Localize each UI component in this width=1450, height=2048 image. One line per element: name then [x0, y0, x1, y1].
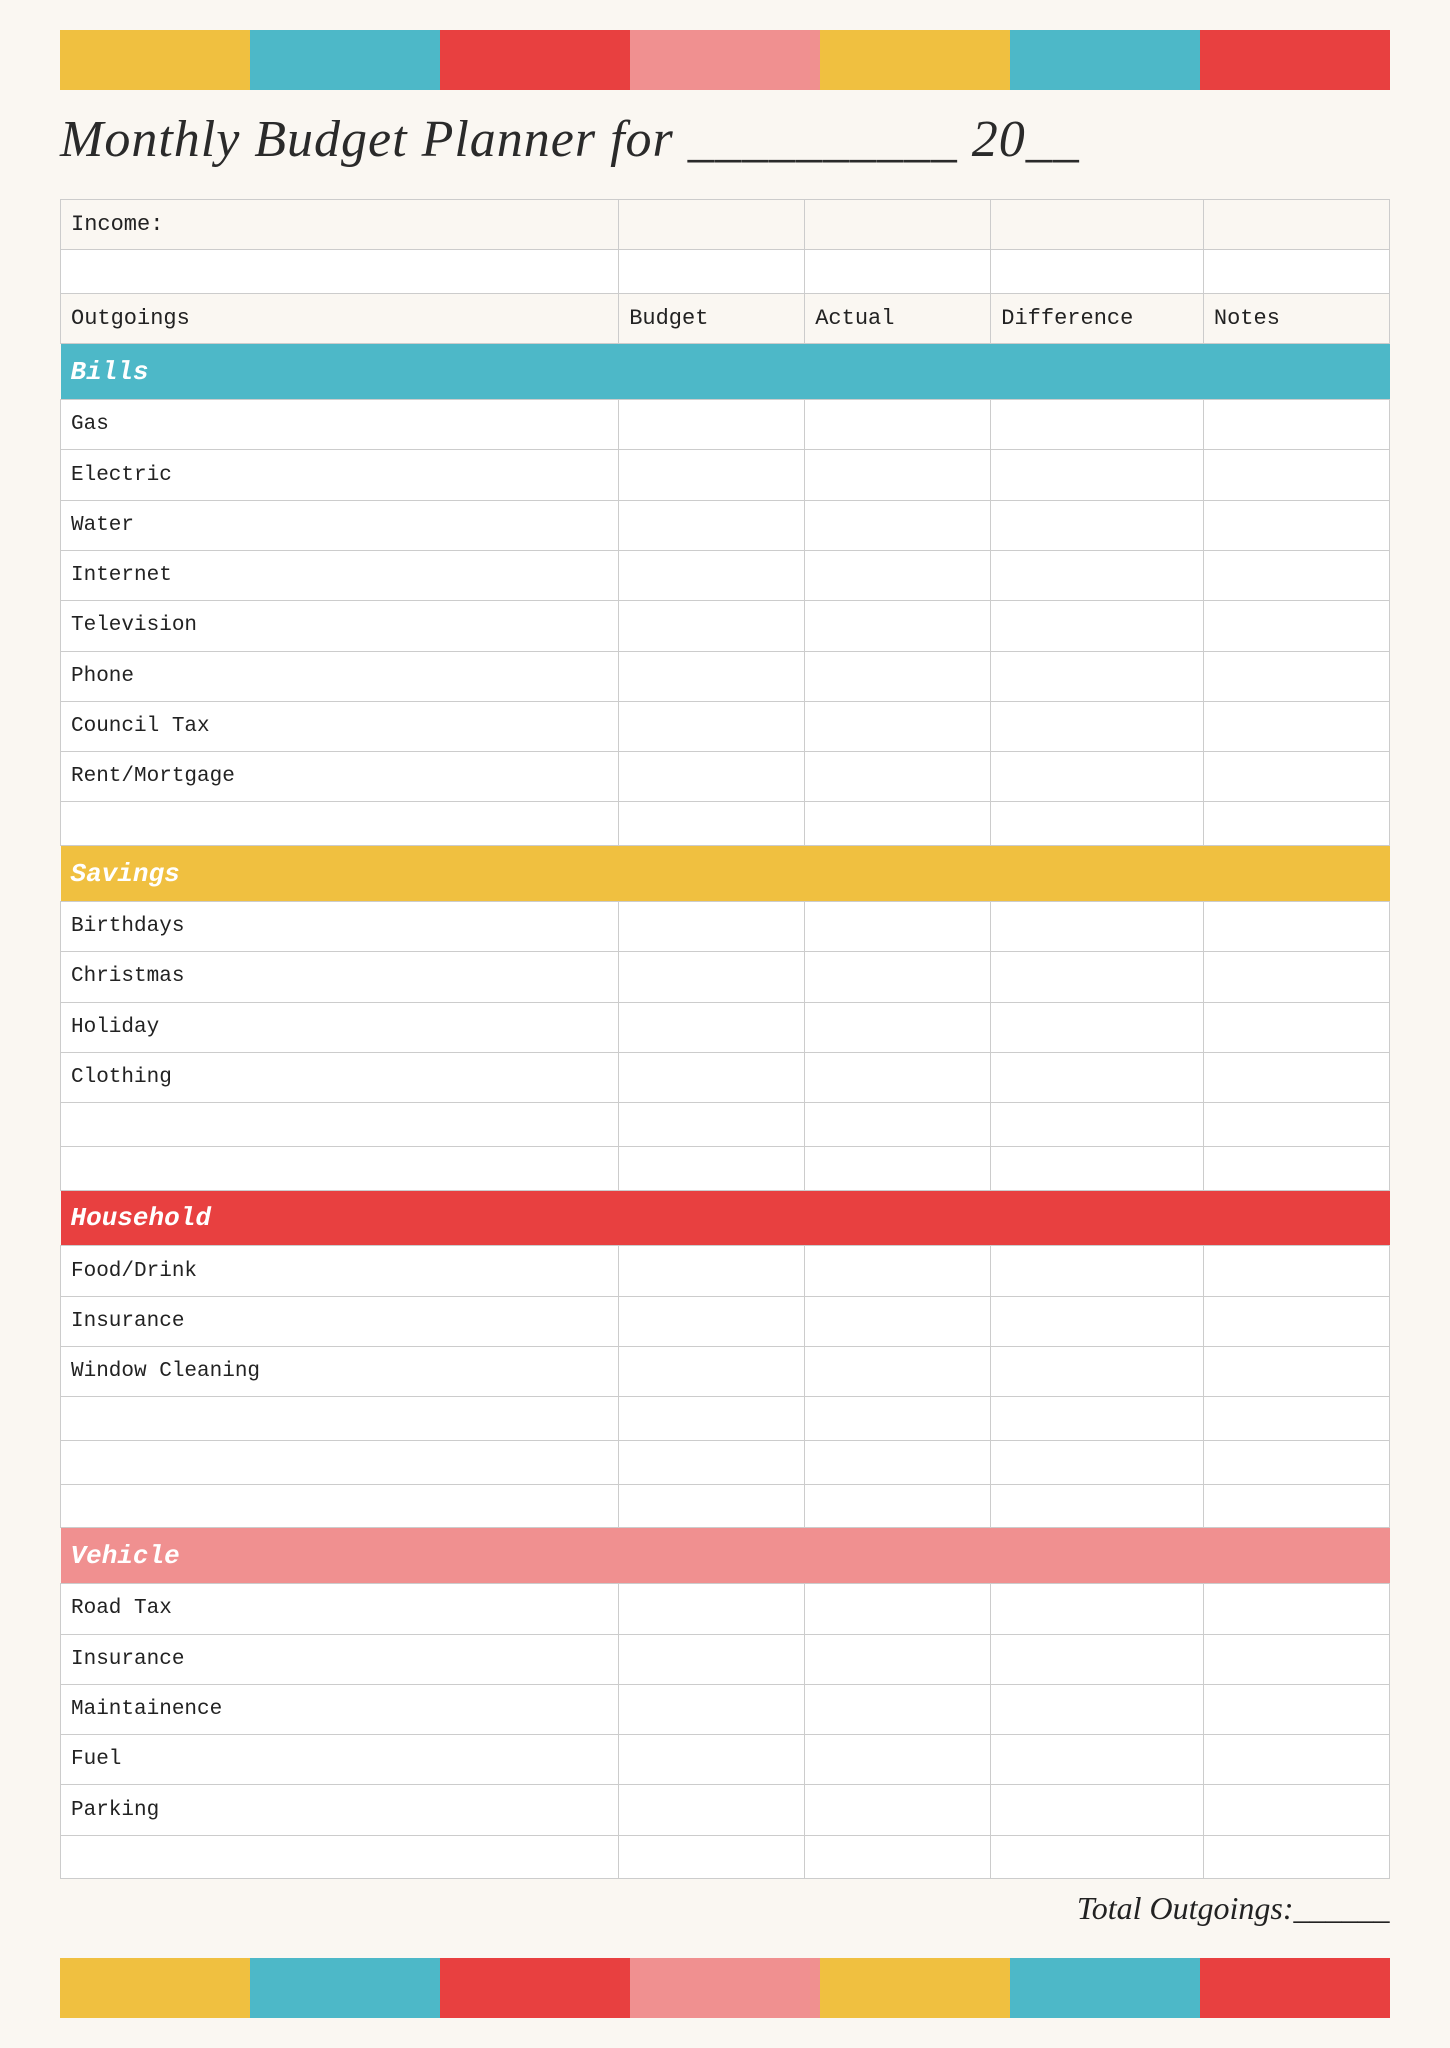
savings-empty-1 — [61, 1103, 1390, 1147]
row-maintainence: Maintainence — [61, 1684, 1390, 1734]
row-rent-mortgage: Rent/Mortgage — [61, 752, 1390, 802]
household-empty-1 — [61, 1397, 1390, 1441]
item-council-tax: Council Tax — [61, 701, 619, 751]
row-water: Water — [61, 500, 1390, 550]
empty-row-after-income — [61, 250, 1390, 294]
bills-empty-1 — [61, 802, 1390, 846]
item-television: Television — [61, 601, 619, 651]
item-fuel: Fuel — [61, 1735, 619, 1785]
item-road-tax: Road Tax — [61, 1584, 619, 1634]
col-header-actual: Actual — [805, 294, 991, 344]
row-window-cleaning: Window Cleaning — [61, 1346, 1390, 1396]
item-phone: Phone — [61, 651, 619, 701]
row-food-drink: Food/Drink — [61, 1246, 1390, 1296]
item-gas: Gas — [61, 400, 619, 450]
item-christmas: Christmas — [61, 952, 619, 1002]
row-electric: Electric — [61, 450, 1390, 500]
income-diff-cell — [991, 200, 1204, 250]
bills-label: Bills — [61, 344, 1390, 400]
item-water: Water — [61, 500, 619, 550]
bottom-bar-seg-6 — [1010, 1958, 1200, 2018]
category-header-bills: Bills — [61, 344, 1390, 400]
household-label: Household — [61, 1190, 1390, 1246]
top-bar-seg-5 — [820, 30, 1010, 90]
row-fuel: Fuel — [61, 1735, 1390, 1785]
item-food-drink: Food/Drink — [61, 1246, 619, 1296]
row-holiday: Holiday — [61, 1002, 1390, 1052]
item-insurance-vehicle: Insurance — [61, 1634, 619, 1684]
income-label: Income: — [61, 200, 619, 250]
row-road-tax: Road Tax — [61, 1584, 1390, 1634]
total-outgoings-label: Total Outgoings:______ — [61, 1879, 1390, 1938]
bottom-bar-seg-5 — [820, 1958, 1010, 2018]
col-header-notes: Notes — [1203, 294, 1389, 344]
top-bar-seg-2 — [250, 30, 440, 90]
income-row: Income: — [61, 200, 1390, 250]
budget-table: Income: Outgoings Budget Actual Differen… — [60, 199, 1390, 1938]
savings-empty-2 — [61, 1146, 1390, 1190]
row-phone: Phone — [61, 651, 1390, 701]
category-header-savings: Savings — [61, 846, 1390, 902]
item-electric: Electric — [61, 450, 619, 500]
row-insurance-vehicle: Insurance — [61, 1634, 1390, 1684]
bottom-bar-seg-2 — [250, 1958, 440, 2018]
top-bar-seg-4 — [630, 30, 820, 90]
bottom-bar-seg-4 — [630, 1958, 820, 2018]
item-birthdays: Birthdays — [61, 901, 619, 951]
row-council-tax: Council Tax — [61, 701, 1390, 751]
vehicle-label: Vehicle — [61, 1528, 1390, 1584]
top-color-bar — [60, 30, 1390, 90]
item-holiday: Holiday — [61, 1002, 619, 1052]
savings-label: Savings — [61, 846, 1390, 902]
col-header-difference: Difference — [991, 294, 1204, 344]
income-notes-cell — [1203, 200, 1389, 250]
household-empty-3 — [61, 1484, 1390, 1528]
vehicle-empty-1 — [61, 1835, 1390, 1879]
item-parking: Parking — [61, 1785, 619, 1835]
item-maintainence: Maintainence — [61, 1684, 619, 1734]
item-insurance-household: Insurance — [61, 1296, 619, 1346]
row-internet: Internet — [61, 550, 1390, 600]
col-header-budget: Budget — [619, 294, 805, 344]
total-row: Total Outgoings:______ — [61, 1879, 1390, 1938]
top-bar-seg-3 — [440, 30, 630, 90]
item-internet: Internet — [61, 550, 619, 600]
row-gas: Gas — [61, 400, 1390, 450]
row-clothing: Clothing — [61, 1052, 1390, 1102]
page-wrapper: Monthly Budget Planner for __________ 20… — [0, 0, 1450, 2048]
top-bar-seg-6 — [1010, 30, 1200, 90]
category-header-household: Household — [61, 1190, 1390, 1246]
household-empty-2 — [61, 1441, 1390, 1485]
item-window-cleaning: Window Cleaning — [61, 1346, 619, 1396]
category-header-vehicle: Vehicle — [61, 1528, 1390, 1584]
bottom-bar-seg-1 — [60, 1958, 250, 2018]
page-title: Monthly Budget Planner for __________ 20… — [60, 110, 1390, 169]
item-clothing: Clothing — [61, 1052, 619, 1102]
bottom-bar-seg-7 — [1200, 1958, 1390, 2018]
income-budget-cell — [619, 200, 805, 250]
row-television: Television — [61, 601, 1390, 651]
top-bar-seg-1 — [60, 30, 250, 90]
row-insurance-household: Insurance — [61, 1296, 1390, 1346]
bottom-color-bar — [60, 1958, 1390, 2018]
bottom-bar-seg-3 — [440, 1958, 630, 2018]
row-birthdays: Birthdays — [61, 901, 1390, 951]
row-christmas: Christmas — [61, 952, 1390, 1002]
income-actual-cell — [805, 200, 991, 250]
top-bar-seg-7 — [1200, 30, 1390, 90]
col-header-outgoings: Outgoings — [61, 294, 619, 344]
column-headers-row: Outgoings Budget Actual Difference Notes — [61, 294, 1390, 344]
item-rent-mortgage: Rent/Mortgage — [61, 752, 619, 802]
row-parking: Parking — [61, 1785, 1390, 1835]
